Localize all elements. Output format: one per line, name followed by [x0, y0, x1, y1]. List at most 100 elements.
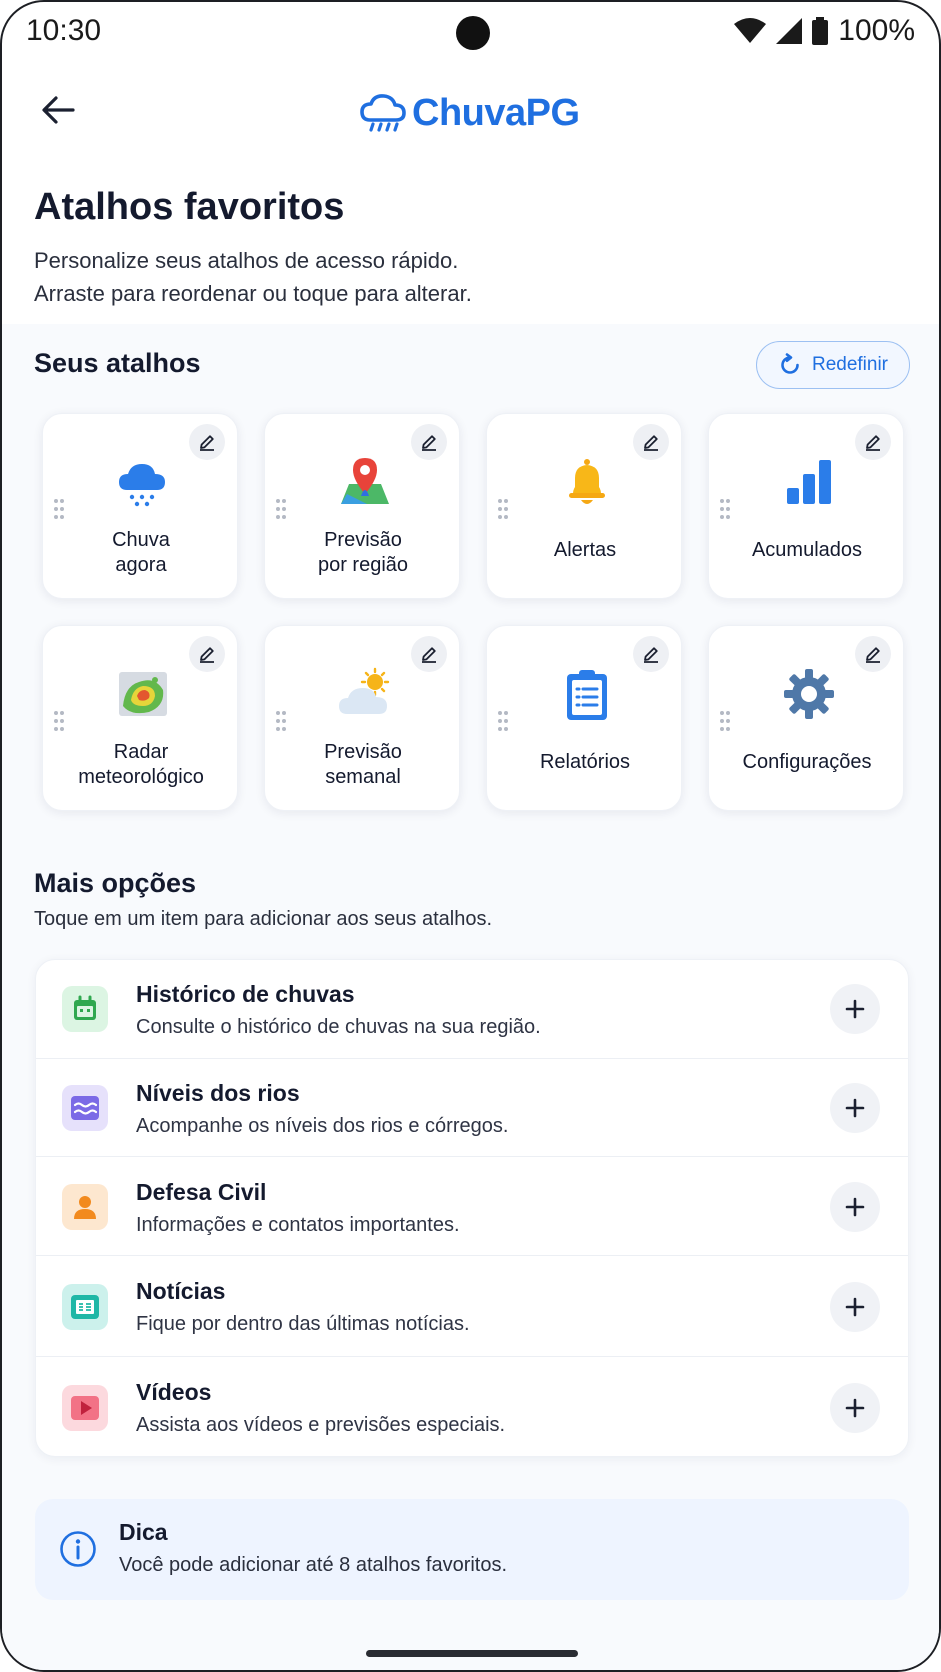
- clipboard-icon: [559, 666, 615, 722]
- edit-shortcut-button[interactable]: [855, 424, 891, 460]
- home-indicator[interactable]: [366, 1650, 578, 1657]
- option-row-historico[interactable]: Histórico de chuvas Consulte o histórico…: [36, 960, 908, 1058]
- pencil-icon: [866, 435, 880, 451]
- newspaper-icon: [62, 1284, 108, 1330]
- edit-shortcut-button[interactable]: [411, 636, 447, 672]
- rain-cloud-logo-icon: [360, 94, 406, 132]
- drag-handle-icon[interactable]: [275, 498, 287, 520]
- add-shortcut-button[interactable]: [830, 1282, 880, 1332]
- tip-text: Você pode adicionar até 8 atalhos favori…: [119, 1554, 508, 1576]
- shortcut-card-previsao-semanal[interactable]: Previsão semanal: [264, 625, 460, 811]
- drag-handle-icon[interactable]: [719, 498, 731, 520]
- page-subtitle-line1: Personalize seus atalhos de acesso rápid…: [34, 248, 459, 273]
- more-options-subtitle: Toque em um item para adicionar aos seus…: [34, 908, 493, 930]
- option-description: Consulte o histórico de chuvas na sua re…: [136, 1016, 541, 1038]
- person-icon: [62, 1184, 108, 1230]
- shortcut-card-relatorios[interactable]: Relatórios: [486, 625, 682, 811]
- shortcut-label: Chuva agora: [112, 529, 170, 576]
- shortcut-card-alertas[interactable]: Alertas: [486, 413, 682, 599]
- more-options-list: Histórico de chuvas Consulte o histórico…: [35, 959, 909, 1457]
- edit-shortcut-button[interactable]: [189, 636, 225, 672]
- shortcut-label: Previsão semanal: [324, 741, 402, 788]
- plus-icon: [845, 999, 865, 1019]
- plus-icon: [845, 1398, 865, 1418]
- refresh-icon: [781, 353, 799, 374]
- more-options-title: Mais opções: [34, 868, 197, 898]
- rain-cloud-icon: [115, 454, 171, 510]
- edit-shortcut-button[interactable]: [855, 636, 891, 672]
- option-description: Informações e contatos importantes.: [136, 1214, 460, 1236]
- add-shortcut-button[interactable]: [830, 1383, 880, 1433]
- page-subtitle: Personalize seus atalhos de acesso rápid…: [34, 244, 734, 310]
- drag-handle-icon[interactable]: [497, 710, 509, 732]
- bell-icon: [559, 454, 615, 510]
- edit-shortcut-button[interactable]: [189, 424, 225, 460]
- option-title: Defesa Civil: [136, 1179, 267, 1205]
- pencil-icon: [422, 435, 436, 451]
- drag-handle-icon[interactable]: [719, 710, 731, 732]
- shortcut-label: Relatórios: [539, 751, 631, 773]
- shortcut-label: Alertas: [553, 539, 617, 561]
- brand-name: ChuvaPG: [412, 91, 580, 134]
- shortcut-card-configuracoes[interactable]: Configurações: [708, 625, 904, 811]
- option-row-niveis-rios[interactable]: Níveis dos rios Acompanhe os níveis dos …: [36, 1058, 908, 1156]
- gear-icon: [781, 666, 837, 722]
- drag-handle-icon[interactable]: [53, 498, 65, 520]
- option-title: Notícias: [136, 1278, 226, 1304]
- option-row-noticias[interactable]: Notícias Fique por dentro das últimas no…: [36, 1255, 908, 1356]
- waves-icon: [62, 1085, 108, 1131]
- pencil-icon: [644, 435, 658, 451]
- reset-button[interactable]: Redefinir: [756, 341, 910, 389]
- shortcut-card-previsao-regiao[interactable]: Previsão por região: [264, 413, 460, 599]
- page-title: Atalhos favoritos: [34, 186, 345, 228]
- status-time: 10:30: [26, 14, 102, 47]
- shortcut-label: Radar meteorológico: [78, 741, 204, 788]
- add-shortcut-button[interactable]: [830, 1182, 880, 1232]
- option-description: Acompanhe os níveis dos rios e córregos.: [136, 1115, 509, 1137]
- arrow-left-icon: [42, 96, 75, 124]
- drag-handle-icon[interactable]: [275, 710, 287, 732]
- back-button[interactable]: [36, 88, 80, 132]
- camera-cutout: [456, 16, 490, 50]
- plus-icon: [845, 1297, 865, 1317]
- drag-handle-icon[interactable]: [53, 710, 65, 732]
- plus-icon: [845, 1098, 865, 1118]
- tip-banner: Dica Você pode adicionar até 8 atalhos f…: [35, 1499, 909, 1600]
- info-icon: [60, 1531, 96, 1567]
- add-shortcut-button[interactable]: [830, 1083, 880, 1133]
- option-title: Histórico de chuvas: [136, 981, 355, 1007]
- option-row-defesa-civil[interactable]: Defesa Civil Informações e contatos impo…: [36, 1156, 908, 1255]
- edit-shortcut-button[interactable]: [633, 636, 669, 672]
- option-title: Vídeos: [136, 1379, 212, 1405]
- shortcuts-grid: Chuvaagora Previsãopor região Alertas: [42, 413, 904, 813]
- wifi-icon: [734, 18, 767, 43]
- shortcut-card-radar[interactable]: Radar meteorológico: [42, 625, 238, 811]
- tip-title: Dica: [119, 1519, 168, 1545]
- sun-cloud-icon: [337, 666, 393, 722]
- shortcut-label: Acumulados: [751, 539, 863, 561]
- battery-percent: 100%: [838, 14, 915, 47]
- option-title: Níveis dos rios: [136, 1080, 300, 1106]
- add-shortcut-button[interactable]: [830, 984, 880, 1034]
- pencil-icon: [422, 647, 436, 663]
- status-icons: 100%: [734, 14, 915, 48]
- map-pin-icon: [337, 454, 393, 510]
- pencil-icon: [644, 647, 658, 663]
- shortcuts-section-title: Seus atalhos: [34, 348, 201, 378]
- edit-shortcut-button[interactable]: [411, 424, 447, 460]
- pencil-icon: [200, 435, 214, 451]
- option-description: Fique por dentro das últimas notícias.: [136, 1313, 470, 1335]
- shortcut-card-chuva-agora[interactable]: Chuva agora: [42, 413, 238, 599]
- signal-icon: [776, 18, 803, 44]
- shortcut-label: Configurações: [742, 751, 872, 773]
- status-bar: 10:30 100%: [2, 2, 939, 62]
- phone-screen: 10:30 100% ChuvaPG Atalhos favoritos Per…: [0, 0, 941, 1672]
- pencil-icon: [866, 647, 880, 663]
- shortcut-card-acumulados[interactable]: Acumulados: [708, 413, 904, 599]
- drag-handle-icon[interactable]: [497, 498, 509, 520]
- edit-shortcut-button[interactable]: [633, 424, 669, 460]
- option-row-videos[interactable]: Vídeos Assista aos vídeos e previsões es…: [36, 1356, 908, 1456]
- play-icon: [62, 1385, 108, 1431]
- page-subtitle-line2: Arraste para reordenar ou toque para alt…: [34, 281, 472, 306]
- brand-logo: ChuvaPG: [360, 88, 580, 138]
